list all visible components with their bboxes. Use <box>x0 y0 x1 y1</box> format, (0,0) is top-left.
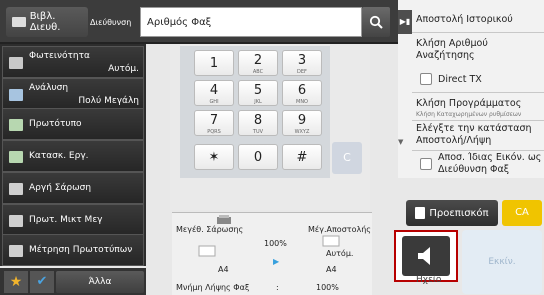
key-5[interactable]: 5 JKL <box>238 80 278 106</box>
send-paper-icon <box>322 235 340 247</box>
preview-label: Προεπισκόπ <box>429 207 489 219</box>
search-button[interactable] <box>362 7 390 37</box>
preview-icon <box>415 207 426 219</box>
program-call-item[interactable]: Κλήση Προγράμματος <box>416 98 521 109</box>
slow-scan-icon <box>9 183 23 195</box>
sidebar-item-label: Φωτεινότητα <box>29 51 90 61</box>
arrow-right-icon: ▶ <box>273 257 280 266</box>
key-8[interactable]: 8 TUV <box>238 110 278 136</box>
address-book-icon <box>12 17 26 27</box>
search-icon <box>369 15 383 29</box>
speaker-label: Ηχείο <box>416 275 442 285</box>
fax-number-input[interactable]: Αριθμός Φαξ <box>140 7 362 37</box>
key-9[interactable]: 9 WXYZ <box>282 110 322 136</box>
direct-tx-label: Direct TX <box>438 74 482 85</box>
sidebar-item-original-count[interactable]: Μέτρηση Πρωτοτύπων <box>2 234 144 266</box>
sidebar-item-label: Κατασκ. Εργ. <box>29 151 89 161</box>
address-book-button[interactable]: Βιβλ. Διευθ. <box>6 7 88 37</box>
direct-tx-checkbox[interactable] <box>420 73 432 85</box>
sidebar-item-label: Πρωτ. Μικτ Μεγ <box>29 215 103 225</box>
sidebar-item-brightness[interactable]: Φωτεινότητα Αυτόμ. <box>2 46 144 78</box>
favorite-star-icon[interactable]: ★ <box>4 271 28 293</box>
sidebar-item-mixed-size[interactable]: Πρωτ. Μικτ Μεγ <box>2 204 144 236</box>
destination-label: Διεύθυνση <box>90 17 132 27</box>
same-image-checkbox[interactable] <box>420 158 432 170</box>
sidebar-item-original[interactable]: Πρωτότυπο <box>2 108 144 140</box>
key-6[interactable]: 6 MNO <box>282 80 322 106</box>
scroll-down-icon[interactable]: ▼ <box>398 138 410 152</box>
speaker-button[interactable] <box>402 236 450 276</box>
check-status-item[interactable]: Ελέγξτε την κατάσταση Αποστολή/Λήψη <box>416 123 540 147</box>
program-call-subtitle: Κλήση Καταχωρημένων ρυθμίσεων <box>416 111 522 118</box>
sidebar-item-value: Αυτόμ. <box>108 64 139 74</box>
clear-key[interactable]: C <box>332 142 362 174</box>
fax-memory-label: Μνήμη Λήψης Φαξ <box>176 283 250 292</box>
scan-paper-size: A4 <box>218 265 229 274</box>
key-7[interactable]: 7 PQRS <box>194 110 234 136</box>
sidebar-item-label: Ανάλυση <box>29 83 69 93</box>
divider <box>412 92 544 93</box>
key-asterisk[interactable]: ✶ <box>194 144 234 170</box>
divider <box>412 150 544 151</box>
start-button[interactable]: Εκκίν. <box>462 230 542 294</box>
start-label: Εκκίν. <box>488 257 516 267</box>
sidebar-item-label: Αργή Σάρωση <box>29 183 92 193</box>
send-size-label: Μέγ.Αποστολής <box>308 225 371 234</box>
sidebar-item-label: Μέτρηση Πρωτοτύπων <box>29 245 133 255</box>
divider <box>412 120 544 121</box>
sidebar-item-slow-scan[interactable]: Αργή Σάρωση <box>2 172 144 204</box>
preview-button[interactable]: Προεπισκόπ <box>406 200 498 226</box>
sidebar-item-resolution[interactable]: Ανάλυση Πολύ Μεγάλη <box>2 78 144 110</box>
key-0[interactable]: 0 <box>238 144 278 170</box>
address-book-label: Βιβλ. Διευθ. <box>29 11 61 33</box>
job-build-icon <box>9 151 23 163</box>
key-3[interactable]: 3 DEF <box>282 50 322 76</box>
key-1[interactable]: 1 <box>194 50 234 76</box>
ca-button[interactable]: CA <box>502 200 542 226</box>
scan-info-panel: Μεγέθ. Σάρωσης Μέγ.Αποστολής 100% Αυτόμ.… <box>172 212 372 295</box>
resolution-icon <box>9 89 23 101</box>
send-history-item[interactable]: Αποστολή Ιστορικού <box>416 14 513 25</box>
send-paper-size: A4 <box>326 265 337 274</box>
check-icon[interactable]: ✔ <box>30 271 54 293</box>
fax-memory-value: 100% <box>316 283 339 292</box>
fax-memory-separator: : <box>276 283 279 292</box>
original-count-icon <box>9 245 23 257</box>
brightness-icon <box>9 57 23 69</box>
key-2[interactable]: 2 ABC <box>238 50 278 76</box>
send-mode-value: Αυτόμ. <box>326 249 354 258</box>
ratio-value: 100% <box>264 239 287 248</box>
original-icon <box>9 119 23 131</box>
key-4[interactable]: 4 GHI <box>194 80 234 106</box>
scan-size-label: Μεγέθ. Σάρωσης <box>176 225 244 234</box>
collapse-panel-icon[interactable]: ▶▮ <box>398 10 412 34</box>
other-button[interactable]: Άλλα <box>56 271 144 293</box>
key-hash[interactable]: # <box>282 144 322 170</box>
sidebar-item-label: Πρωτότυπο <box>29 119 82 129</box>
speaker-icon <box>418 247 430 265</box>
divider <box>412 32 544 33</box>
mixed-size-icon <box>9 215 23 227</box>
scan-paper-icon <box>198 245 216 257</box>
scanner-icon <box>217 215 231 224</box>
settings-sidebar: Φωτεινότητα Αυτόμ. Ανάλυση Πολύ Μεγάλη Π… <box>0 44 146 266</box>
keypad-panel: 1 2 ABC 3 DEF 4 GHI 5 JKL 6 MNO 7 PQRS 8 TUV 9W… <box>180 46 330 178</box>
sidebar-item-job-build[interactable]: Κατασκ. Εργ. <box>2 140 144 172</box>
call-number-search-item[interactable]: Κλήση Αριθμού Αναζήτησης <box>416 38 540 62</box>
sidebar-item-value: Πολύ Μεγάλη <box>78 96 139 106</box>
same-image-label: Αποσ. Ίδιας Εικόν. ως Διεύθυνση Φαξ <box>438 152 542 175</box>
